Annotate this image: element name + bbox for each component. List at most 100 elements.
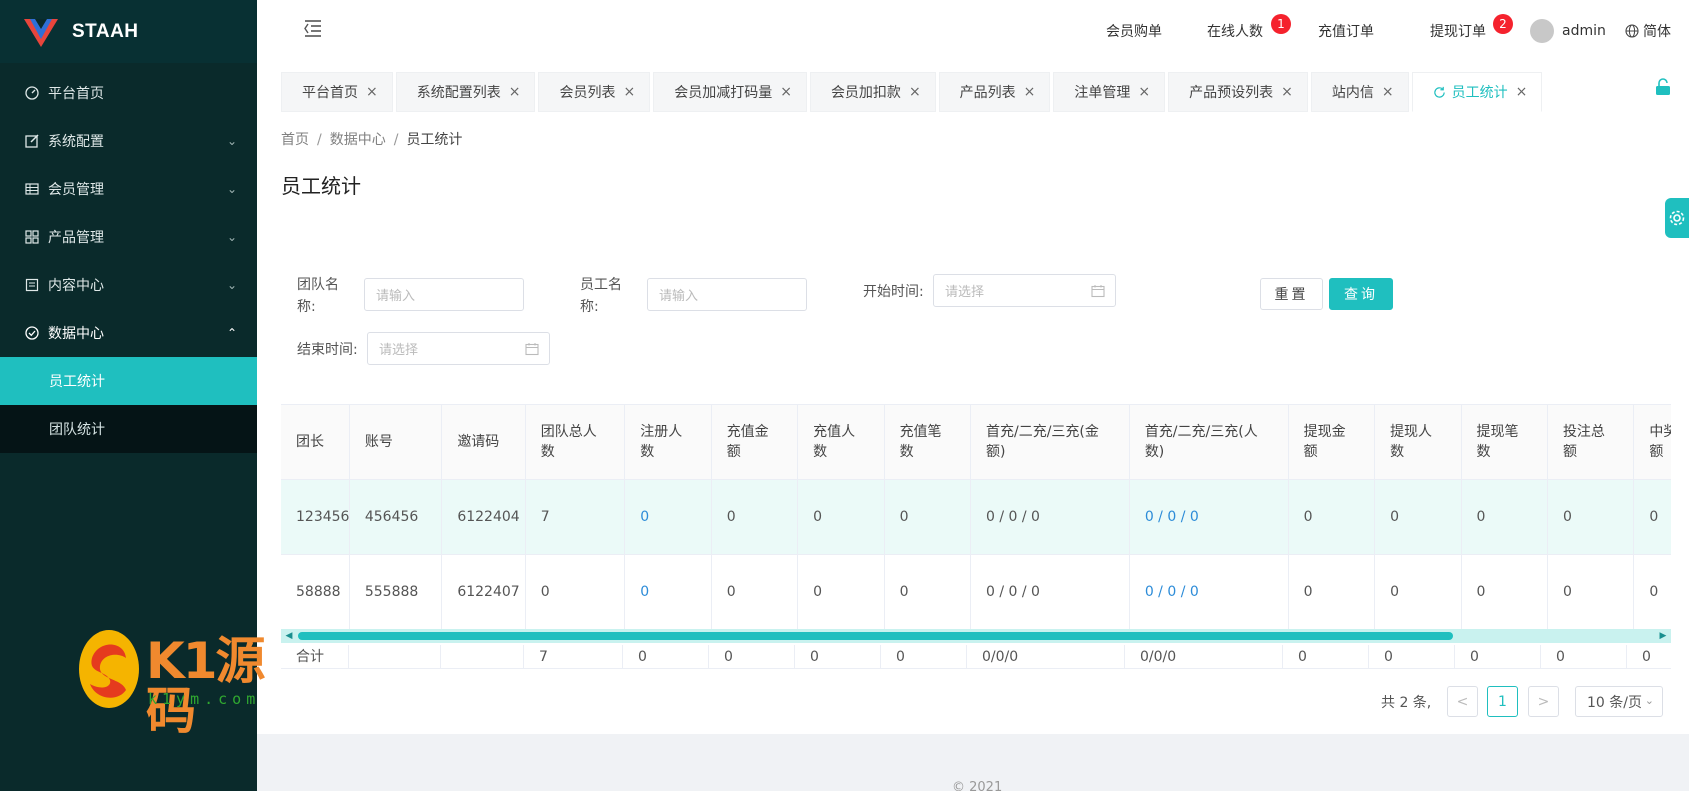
- tab-label: 会员列表: [559, 85, 616, 101]
- sidebar-item-products[interactable]: 产品管理 ⌄: [0, 213, 257, 261]
- nav-online-users[interactable]: 在线人数: [1207, 0, 1263, 62]
- brand-name: STAAH: [72, 20, 139, 42]
- lock-icon[interactable]: [1655, 78, 1671, 96]
- watermark-logo: K1源码 k1ym.com: [78, 628, 288, 736]
- tab-label: 会员加扣款: [830, 85, 901, 101]
- nav-member-orders[interactable]: 会员购单: [1106, 0, 1162, 62]
- summary-cell: [349, 645, 441, 668]
- close-icon[interactable]: ×: [780, 84, 792, 100]
- sidebar-item-members[interactable]: 会员管理 ⌄: [0, 165, 257, 213]
- pagination-prev-button[interactable]: <: [1447, 686, 1478, 717]
- scrollbar-thumb[interactable]: [298, 632, 1453, 640]
- summary-cell: 0/0/0: [967, 645, 1125, 668]
- breadcrumb-separator: /: [317, 132, 322, 148]
- staff-stats-table: 团长 账号 邀请码 团队总人数 注册人数 充值金额 充值人数 充值笔数 首充/二…: [281, 405, 1671, 630]
- page-size-select[interactable]: 10 条/页 ⌄: [1575, 686, 1663, 717]
- table-row[interactable]: 123456 456456 6122404 7 0 0 0 0 0 / 0 / …: [281, 479, 1671, 555]
- tab-bet-management[interactable]: 注单管理 ×: [1053, 72, 1166, 112]
- table-cell: 456456: [349, 479, 443, 555]
- column-header: 注册人数: [624, 405, 712, 480]
- staff-name-input[interactable]: 请输入: [647, 278, 807, 311]
- table-cell-link[interactable]: 0 / 0 / 0: [1129, 554, 1289, 630]
- close-icon[interactable]: ×: [1281, 84, 1293, 100]
- tab-label: 平台首页: [302, 85, 358, 101]
- tab-system-config-list[interactable]: 系统配置列表 ×: [395, 72, 536, 112]
- tab-label: 站内信: [1331, 85, 1374, 101]
- start-time-picker[interactable]: 请选择: [933, 274, 1116, 307]
- scroll-right-icon[interactable]: ▶: [1657, 629, 1669, 643]
- page-title: 员工统计: [281, 174, 361, 198]
- close-icon[interactable]: ×: [509, 84, 521, 100]
- query-button[interactable]: 查询: [1329, 278, 1393, 310]
- sidebar-item-data-center[interactable]: 数据中心 ⌃: [0, 309, 257, 357]
- close-icon[interactable]: ×: [1516, 84, 1528, 100]
- brand[interactable]: STAAH: [0, 0, 257, 63]
- column-header: 充值金额: [711, 405, 799, 480]
- end-time-picker[interactable]: 请选择: [367, 332, 550, 365]
- close-icon[interactable]: ×: [1024, 84, 1036, 100]
- globe-icon: [1625, 24, 1639, 38]
- watermark-text: K1源码: [146, 632, 266, 740]
- breadcrumb-section[interactable]: 数据中心: [330, 132, 386, 148]
- sidebar-item-content[interactable]: 内容中心 ⌄: [0, 261, 257, 309]
- table-cell-link[interactable]: 0: [624, 554, 712, 630]
- user-name[interactable]: admin: [1562, 0, 1606, 62]
- close-icon[interactable]: ×: [623, 84, 635, 100]
- tab-member-bet-adjust[interactable]: 会员加减打码量 ×: [653, 72, 807, 112]
- sidebar-item-label: 产品管理: [48, 230, 104, 246]
- pagination-page-1[interactable]: 1: [1487, 686, 1518, 717]
- tab-site-messages[interactable]: 站内信 ×: [1310, 72, 1409, 112]
- table-cell-link[interactable]: 0: [624, 479, 712, 555]
- nav-withdraw-orders[interactable]: 提现订单: [1430, 0, 1486, 62]
- tab-staff-stats[interactable]: 员工统计 ×: [1411, 72, 1543, 112]
- sidebar-subitem-staff-stats[interactable]: 员工统计: [0, 357, 257, 405]
- summary-cell: 0: [1541, 645, 1627, 668]
- table-row[interactable]: 58888 555888 6122407 0 0 0 0 0 0 / 0 / 0…: [281, 554, 1671, 630]
- summary-cell: 合计: [281, 645, 349, 668]
- summary-cell: [441, 645, 524, 668]
- summary-cell: 0: [709, 645, 795, 668]
- table-cell: 0: [1633, 479, 1671, 555]
- summary-cell: 0: [1455, 645, 1541, 668]
- breadcrumb: 首页 / 数据中心 / 员工统计: [281, 129, 462, 149]
- avatar[interactable]: [1530, 19, 1554, 43]
- chevron-down-icon: ⌄: [226, 278, 237, 292]
- top-header: 会员购单 在线人数 1 充值订单 提现订单 2 admin 简体: [257, 0, 1689, 62]
- chevron-down-icon: ⌄: [1644, 694, 1654, 707]
- table-cell: 0: [797, 479, 885, 555]
- menu-fold-icon[interactable]: [303, 19, 323, 37]
- close-icon[interactable]: ×: [1382, 84, 1394, 100]
- nav-recharge-orders[interactable]: 充值订单: [1318, 0, 1374, 62]
- table-cell: 6122407: [441, 554, 526, 630]
- table-cell: 58888: [281, 554, 350, 630]
- sidebar-subitem-team-stats[interactable]: 团队统计: [0, 405, 257, 453]
- language-switch[interactable]: 简体: [1625, 0, 1671, 62]
- tab-home[interactable]: 平台首页 ×: [281, 72, 393, 112]
- end-time-label: 结束时间:: [297, 342, 358, 358]
- tab-member-balance-adjust[interactable]: 会员加扣款 ×: [809, 72, 936, 112]
- table-cell: 0: [1288, 554, 1376, 630]
- settings-drawer-toggle[interactable]: [1665, 198, 1689, 238]
- close-icon[interactable]: ×: [909, 84, 921, 100]
- sidebar-item-system-config[interactable]: 系统配置 ⌄: [0, 117, 257, 165]
- column-header: 账号: [349, 405, 443, 480]
- team-name-input[interactable]: 请输入: [364, 278, 524, 311]
- tab-product-list[interactable]: 产品列表 ×: [938, 72, 1051, 112]
- table-cell: 0 / 0 / 0: [970, 479, 1130, 555]
- sidebar-item-dashboard[interactable]: 平台首页: [0, 69, 257, 117]
- breadcrumb-home[interactable]: 首页: [281, 132, 309, 148]
- table-cell: 6122404: [441, 479, 526, 555]
- table-cell: 555888: [349, 554, 443, 630]
- reset-button[interactable]: 重置: [1260, 278, 1323, 310]
- table-horizontal-scrollbar[interactable]: ◀ ▶: [281, 629, 1671, 643]
- pagination-next-button[interactable]: >: [1528, 686, 1559, 717]
- close-icon[interactable]: ×: [1138, 84, 1150, 100]
- tab-label: 员工统计: [1451, 85, 1508, 101]
- column-header: 提现金额: [1288, 405, 1376, 480]
- table-header-row: 团长 账号 邀请码 团队总人数 注册人数 充值金额 充值人数 充值笔数 首充/二…: [281, 405, 1671, 480]
- close-icon[interactable]: ×: [366, 84, 378, 100]
- refresh-icon[interactable]: [1433, 86, 1446, 99]
- table-cell-link[interactable]: 0 / 0 / 0: [1129, 479, 1289, 555]
- tab-product-preset-list[interactable]: 产品预设列表 ×: [1168, 72, 1308, 112]
- tab-member-list[interactable]: 会员列表 ×: [538, 72, 651, 112]
